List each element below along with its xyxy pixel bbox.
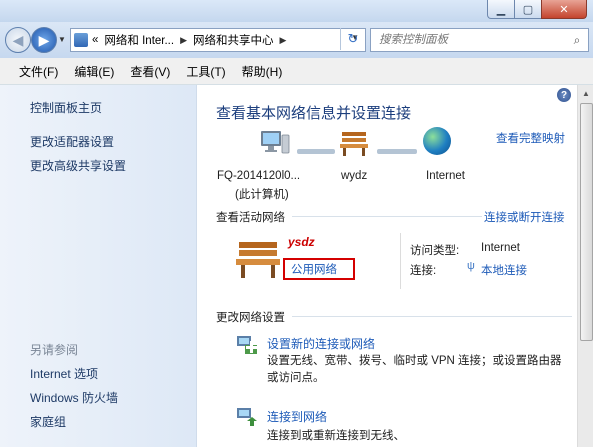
sidebar-link-homegroup[interactable]: 家庭组	[30, 413, 66, 430]
address-toolbar: ◀ ▶ ▼ « 网络和 Inter... ▶ 网络和共享中心 ▶ ▼ ↻ ⌕	[0, 22, 593, 58]
connect-to-network-link[interactable]: 连接到网络	[267, 408, 327, 425]
menu-edit[interactable]: 编辑(E)	[69, 63, 119, 80]
menu-tools[interactable]: 工具(T)	[181, 63, 230, 80]
minimize-button[interactable]: ▁	[487, 0, 515, 19]
connect-to-network-icon	[237, 408, 257, 426]
menu-view[interactable]: 查看(V)	[125, 63, 175, 80]
search-icon[interactable]: ⌕	[566, 33, 588, 48]
access-type-label: 访问类型:	[410, 245, 460, 257]
sidebar-link-control-panel-home[interactable]: 控制面板主页	[30, 99, 102, 116]
vertical-scrollbar[interactable]: ▲	[577, 85, 593, 447]
setup-new-connection-link[interactable]: 设置新的连接或网络	[267, 335, 375, 352]
forward-button[interactable]: ▶	[31, 27, 57, 53]
search-box[interactable]: ⌕	[370, 28, 589, 52]
refresh-icon: ↻	[347, 31, 359, 46]
wireless-signal-icon: ψ	[467, 260, 475, 272]
access-type-value: Internet	[481, 242, 520, 254]
network-type-link[interactable]: 公用网络	[291, 261, 337, 277]
search-input[interactable]	[377, 33, 566, 47]
sidebar-link-adapter-settings[interactable]: 更改适配器设置	[30, 133, 114, 150]
recent-pages-dropdown[interactable]: ▼	[58, 35, 66, 44]
maximize-button[interactable]: ▢	[514, 0, 542, 19]
close-button[interactable]: ✕	[541, 0, 587, 19]
close-icon: ✕	[559, 3, 569, 16]
address-box[interactable]: « 网络和 Inter... ▶ 网络和共享中心 ▶ ▼	[70, 28, 366, 52]
view-full-map-link[interactable]: 查看完整映射	[496, 130, 565, 146]
computer-name-label: FQ-2014120l0...	[217, 170, 301, 182]
see-also-heading: 另请参阅	[30, 343, 79, 357]
connection-line	[297, 149, 335, 154]
active-networks-heading: 查看活动网络	[216, 212, 285, 224]
internet-node-label: Internet	[426, 170, 465, 182]
section-divider	[292, 316, 572, 317]
this-computer-label: (此计算机)	[235, 189, 289, 201]
local-connection-link[interactable]: 本地连接	[481, 262, 527, 278]
change-settings-heading: 更改网络设置	[216, 312, 285, 324]
breadcrumb-sharing-center[interactable]: 网络和共享中心	[193, 32, 274, 48]
scroll-thumb[interactable]	[580, 103, 593, 341]
refresh-button[interactable]: ↻	[340, 28, 365, 50]
connection-label: 连接:	[410, 265, 437, 277]
breadcrumb-network-internet[interactable]: 网络和 Inter...	[104, 32, 174, 48]
sidebar: 控制面板主页 更改适配器设置 更改高级共享设置 另请参阅 Internet 选项…	[0, 85, 197, 447]
connect-disconnect-link[interactable]: 连接或断开连接	[484, 209, 565, 225]
page-title: 查看基本网络信息并设置连接	[216, 105, 412, 122]
new-connection-icon	[237, 336, 257, 354]
network-name-redacted: ysdz	[288, 235, 315, 249]
minimize-icon: ▁	[496, 3, 506, 16]
sidebar-link-internet-options[interactable]: Internet 选项	[30, 365, 98, 382]
menu-bar: 文件(F) 编辑(E) 查看(V) 工具(T) 帮助(H)	[0, 58, 593, 85]
computer-icon	[261, 131, 290, 154]
forward-arrow-icon: ▶	[38, 31, 50, 48]
connection-line	[377, 149, 417, 154]
sidebar-link-windows-firewall[interactable]: Windows 防火墙	[30, 389, 118, 406]
menu-file[interactable]: 文件(F)	[14, 63, 63, 80]
section-divider	[292, 216, 482, 217]
menu-help[interactable]: 帮助(H)	[237, 63, 288, 80]
maximize-icon: ▢	[522, 3, 534, 16]
help-icon[interactable]: ?	[557, 88, 571, 102]
back-button[interactable]: ◀	[5, 27, 31, 53]
public-network-bench-icon	[236, 242, 280, 278]
vertical-divider	[400, 233, 401, 289]
internet-globe-icon	[423, 127, 451, 155]
network-bench-icon	[340, 132, 368, 156]
sidebar-link-advanced-sharing[interactable]: 更改高级共享设置	[30, 157, 126, 174]
title-bar: ▁ ▢ ✕	[0, 0, 593, 22]
setup-new-connection-desc: 设置无线、宽带、拨号、临时或 VPN 连接；或设置路由器或访问点。	[267, 355, 562, 384]
back-arrow-icon: ◀	[12, 31, 24, 48]
control-panel-icon	[74, 33, 88, 47]
breadcrumb-separator-icon[interactable]: ▶	[180, 35, 187, 46]
breadcrumb-overflow[interactable]: «	[92, 34, 98, 46]
scroll-up-icon[interactable]: ▲	[578, 85, 593, 101]
main-content: ? ▲ 查看基本网络信息并设置连接 查看完整映射 FQ-2014120l0...…	[197, 85, 593, 447]
connect-to-network-desc: 连接到或重新连接到无线、	[267, 430, 405, 442]
window-controls: ▁ ▢ ✕	[487, 0, 587, 19]
breadcrumb-separator-icon[interactable]: ▶	[280, 35, 287, 46]
network-node-label: wydz	[341, 170, 368, 182]
